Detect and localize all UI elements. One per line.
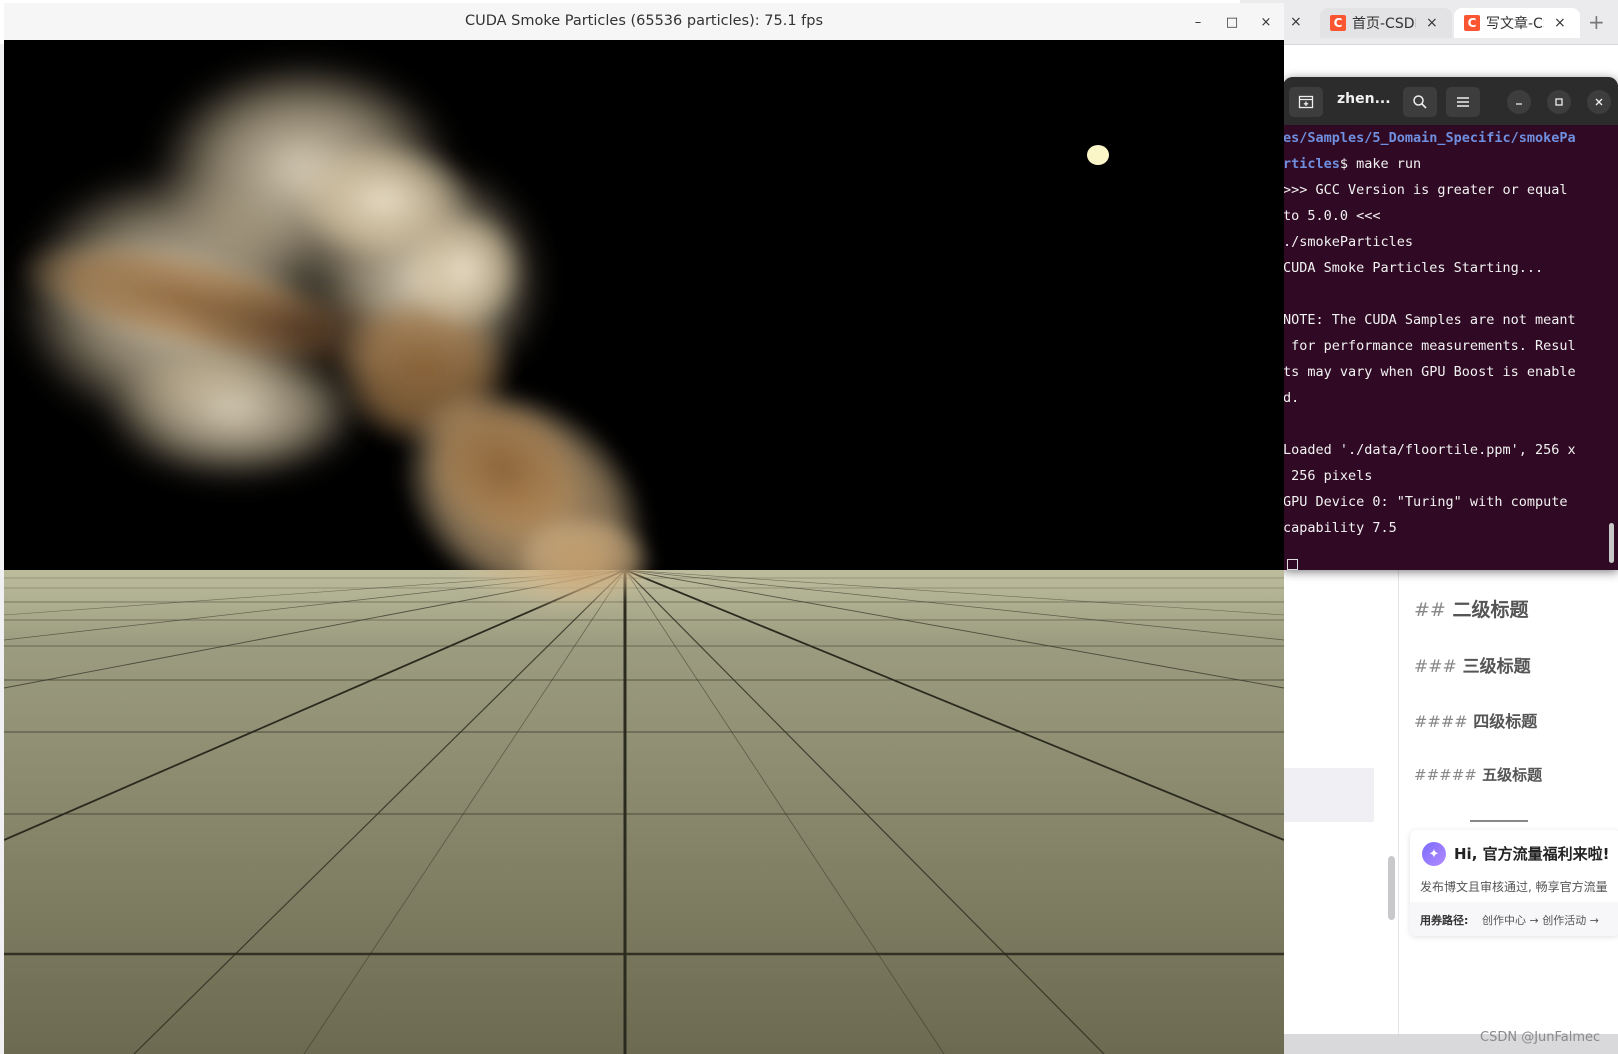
- terminal-line: es/Samples/5_Domain_Specific/smokePa: [1283, 125, 1603, 151]
- terminal-line: GPU Device 0: "Turing" with compute: [1283, 489, 1603, 515]
- terminal-line: rticles$ make run: [1283, 151, 1603, 177]
- csdn-watermark: CSDN @JunFalmec: [1480, 1030, 1601, 1045]
- terminal-cursor: [1287, 559, 1298, 570]
- terminal-line: ts may vary when GPU Boost is enable: [1283, 359, 1603, 385]
- tab-write-article[interactable]: C 写文章-CSDN ×: [1454, 8, 1580, 38]
- line-text: CUDA Smoke Particles Starting...: [1283, 260, 1544, 276]
- line-text: NOTE: The CUDA Samples are not meant: [1283, 312, 1576, 328]
- terminal-line: CUDA Smoke Particles Starting...: [1283, 255, 1603, 281]
- minimize-button[interactable]: [1507, 90, 1531, 114]
- csdn-logo-icon: C: [1330, 15, 1346, 31]
- new-tab-icon[interactable]: +: [1588, 10, 1605, 34]
- editor-scrollbar[interactable]: [1388, 856, 1395, 920]
- heading-text: 二级标题: [1452, 599, 1529, 621]
- outline-heading-5[interactable]: ##### 五级标题: [1414, 764, 1542, 785]
- line-text: 256 pixels: [1283, 468, 1373, 484]
- heading-text: 四级标题: [1473, 712, 1538, 731]
- line-text: d.: [1283, 390, 1300, 406]
- line-text: capability 7.5: [1283, 520, 1397, 536]
- line-text: GPU Device 0: "Turing" with compute: [1283, 494, 1568, 510]
- outline-heading-2[interactable]: ## 二级标题: [1414, 595, 1528, 622]
- close-icon[interactable]: ×: [1554, 15, 1566, 31]
- line-text: ./smokeParticles: [1283, 234, 1414, 250]
- heading-hash: ##: [1414, 599, 1446, 621]
- terminal-scrollbar[interactable]: [1609, 523, 1614, 563]
- line-text: [1283, 286, 1291, 302]
- line-text: Loaded './data/floortile.ppm', 256 x: [1283, 442, 1576, 458]
- prompt-path: rticles: [1283, 156, 1340, 172]
- terminal-line: [1283, 411, 1603, 437]
- heading-text: 三级标题: [1462, 657, 1531, 677]
- heading-hash: ####: [1414, 712, 1468, 731]
- terminal-line: to 5.0.0 <<<: [1283, 203, 1603, 229]
- cuda-titlebar[interactable]: CUDA Smoke Particles (65536 particles): …: [4, 3, 1284, 41]
- hamburger-icon: [1457, 97, 1469, 107]
- outline-heading-6-clipped: [1470, 816, 1530, 822]
- tab-title: 写文章-CSDN: [1486, 16, 1544, 32]
- terminal-line: d.: [1283, 385, 1603, 411]
- terminal-line: Loaded './data/floortile.ppm', 256 x: [1283, 437, 1603, 463]
- terminal-line: capability 7.5: [1283, 515, 1603, 541]
- terminal-line: [1283, 281, 1603, 307]
- editor-selected-block: [1284, 768, 1374, 822]
- minimize-icon: [1516, 103, 1522, 105]
- maximize-button[interactable]: [1547, 90, 1571, 114]
- promo-path-label: 用券路径:: [1420, 914, 1469, 927]
- terminal-window[interactable]: zhen... es/Samples/5_Domain_Specific/smo…: [1283, 77, 1618, 570]
- terminal-header-bar: zhen...: [1283, 77, 1618, 125]
- promo-card[interactable]: ✦ Hi, 官方流量福利来啦! 发布博文且审核通过, 畅享官方流量 用券路径: …: [1410, 830, 1618, 936]
- maximize-icon[interactable]: □: [1223, 13, 1241, 31]
- floor-plane: [4, 570, 1284, 1054]
- light-source: [1087, 145, 1109, 165]
- terminal-output[interactable]: es/Samples/5_Domain_Specific/smokePartic…: [1283, 125, 1603, 541]
- terminal-line: 256 pixels: [1283, 463, 1603, 489]
- new-tab-button[interactable]: [1289, 87, 1323, 117]
- line-text: ts may vary when GPU Boost is enable: [1283, 364, 1576, 380]
- promo-description: 发布博文且审核通过, 畅享官方流量: [1420, 880, 1608, 894]
- outline-heading-4[interactable]: #### 四级标题: [1414, 708, 1537, 732]
- heading-text: 五级标题: [1482, 766, 1543, 784]
- editor-divider: [1398, 570, 1399, 1034]
- outline-heading-3[interactable]: ### 三级标题: [1414, 652, 1531, 677]
- terminal-line: ./smokeParticles: [1283, 229, 1603, 255]
- minimize-icon[interactable]: –: [1189, 13, 1207, 31]
- close-icon: [1595, 98, 1603, 106]
- tab-csdn-home[interactable]: C 首页-CSDN ×: [1320, 8, 1452, 38]
- search-icon: [1413, 95, 1427, 109]
- close-icon[interactable]: ×: [1426, 15, 1438, 31]
- tab-close-icon[interactable]: ×: [1290, 14, 1302, 30]
- window-title: CUDA Smoke Particles (65536 particles): …: [464, 13, 824, 29]
- heading-hash: #####: [1414, 766, 1477, 784]
- tab-title: 首页-CSDN: [1352, 16, 1416, 32]
- render-viewport[interactable]: [4, 40, 1284, 1054]
- line-text: $ make run: [1339, 156, 1422, 172]
- line-text: for performance measurements. Resul: [1283, 338, 1576, 354]
- close-button[interactable]: [1587, 90, 1611, 114]
- maximize-icon: [1555, 98, 1563, 106]
- terminal-line: >>> GCC Version is greater or equal: [1283, 177, 1603, 203]
- promo-avatar-icon: ✦: [1422, 842, 1446, 866]
- terminal-line: for performance measurements. Resul: [1283, 333, 1603, 359]
- terminal-line: NOTE: The CUDA Samples are not meant: [1283, 307, 1603, 333]
- close-icon[interactable]: ×: [1257, 13, 1275, 31]
- heading-hash: ###: [1414, 657, 1457, 677]
- line-text: [1283, 416, 1291, 432]
- prompt-path: es/Samples/5_Domain_Specific/smokePa: [1283, 130, 1576, 146]
- cuda-smoke-window[interactable]: CUDA Smoke Particles (65536 particles): …: [4, 3, 1284, 1054]
- new-tab-icon: [1298, 95, 1314, 109]
- promo-title: Hi, 官方流量福利来啦!: [1454, 845, 1610, 863]
- promo-path-link[interactable]: 创作中心 → 创作活动 →: [1482, 912, 1599, 928]
- line-text: to 5.0.0 <<<: [1283, 208, 1381, 224]
- line-text: >>> GCC Version is greater or equal: [1283, 182, 1568, 198]
- terminal-title: zhen...: [1337, 91, 1391, 107]
- menu-button[interactable]: [1446, 87, 1480, 117]
- promo-path-bar: 用券路径: 创作中心 → 创作活动 →: [1410, 902, 1618, 936]
- search-button[interactable]: [1403, 87, 1437, 117]
- csdn-logo-icon: C: [1464, 15, 1480, 31]
